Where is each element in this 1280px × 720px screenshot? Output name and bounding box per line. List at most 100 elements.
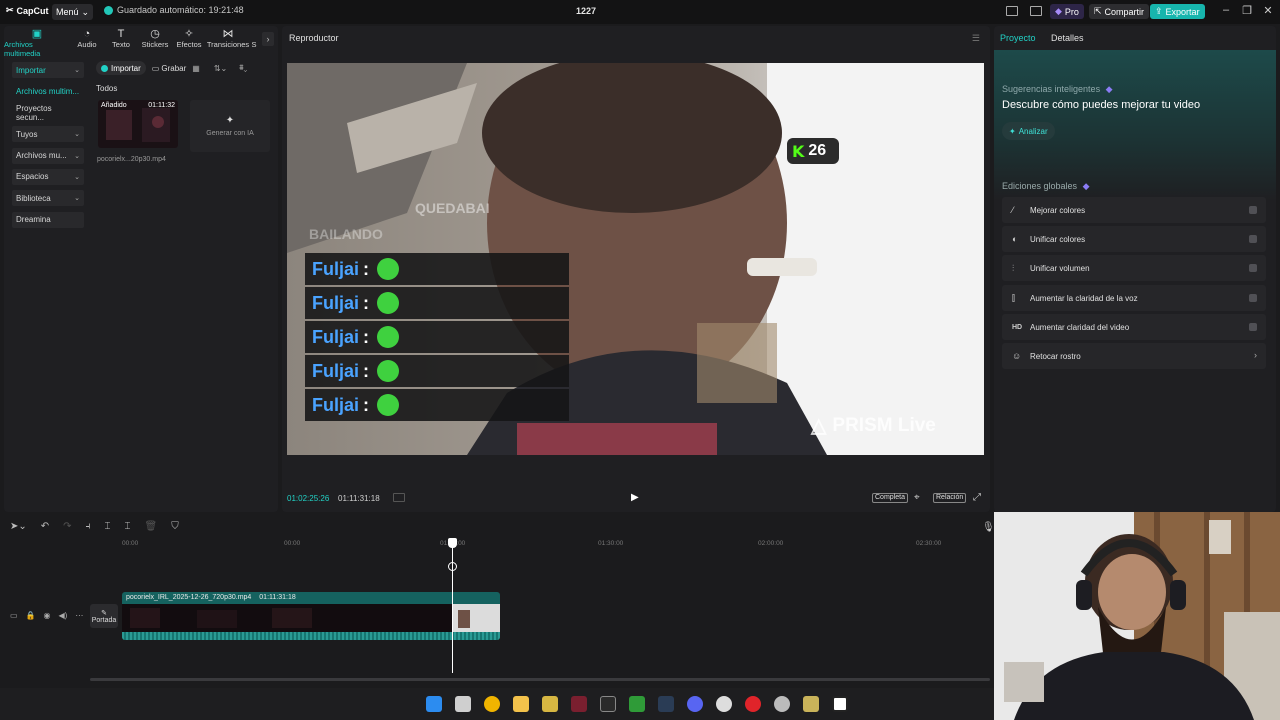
chevron-right-icon[interactable]: › (262, 32, 274, 46)
sort-icon[interactable]: ⇅⌄ (214, 64, 227, 73)
split-right-icon[interactable]: ⌶ (125, 521, 131, 532)
chrome-icon[interactable] (484, 696, 500, 712)
shield-icon[interactable]: ⛉ (171, 521, 179, 532)
tab-text[interactable]: T Texto (104, 26, 138, 52)
grid-view-icon[interactable]: ▦ (192, 64, 200, 73)
microphone-icon[interactable]: 🎙 (982, 522, 995, 533)
file-explorer-icon[interactable] (513, 696, 529, 712)
close-icon[interactable]: ✕ (1261, 4, 1275, 17)
ratio-button[interactable]: Relación (933, 493, 967, 503)
opera-icon[interactable] (745, 696, 761, 712)
prism-logo-icon: △ (811, 415, 827, 437)
xbox-icon[interactable] (629, 696, 645, 712)
filter-icon[interactable]: ⩩⌄ (239, 63, 247, 73)
tab-media[interactable]: ▣ Archivos multimedia (4, 26, 70, 58)
generate-ai-button[interactable]: ✦ Generar con IA (190, 100, 270, 152)
crop-icon[interactable]: ⌖ (914, 492, 920, 503)
title-bar: ✂ CapCut Menú ⌄ Guardado automático: 19:… (0, 0, 1280, 24)
side-item-secondary-projects[interactable]: Proyectos secun... (12, 104, 84, 122)
side-item-import[interactable]: Importar ⌄ (12, 62, 84, 78)
notepad-icon[interactable] (542, 696, 558, 712)
side-item-yours[interactable]: Tuyos ⌄ (12, 126, 84, 143)
export-button[interactable]: ⇪ Exportar (1150, 4, 1205, 19)
analyze-button[interactable]: ✦ Analizar (1002, 122, 1055, 140)
obs-icon[interactable] (716, 696, 732, 712)
cover-button[interactable]: ✎ Portada (90, 604, 118, 628)
video-clarity-item[interactable]: HD Aumentar claridad del video (1002, 314, 1266, 340)
record-button[interactable]: ▭ Grabar (152, 64, 186, 73)
more-icon[interactable]: ⋯ (75, 611, 83, 620)
import-button[interactable]: Importar (96, 61, 146, 75)
split-left-icon[interactable]: ⌶ (105, 521, 111, 532)
unify-colors-item[interactable]: ◐ Unificar colores (1002, 226, 1266, 252)
enhance-colors-item[interactable]: ⁄ Mejorar colores (1002, 197, 1266, 223)
split-icon[interactable]: ⫞ (86, 521, 91, 532)
redo-icon[interactable]: ↷ (63, 521, 71, 532)
steam-icon[interactable] (658, 696, 674, 712)
chevron-down-icon: ⌄ (74, 152, 80, 160)
toggle[interactable] (1249, 264, 1257, 272)
pro-button[interactable]: ◆ Pro (1050, 4, 1084, 19)
tab-effects[interactable]: ✧ Efectos (172, 26, 206, 52)
timeline-scrollbar[interactable] (90, 678, 990, 681)
side-item-spaces[interactable]: Espacios ⌄ (12, 168, 84, 185)
toggle[interactable] (1249, 206, 1257, 214)
media-toolbar: Importar ▭ Grabar ▦ ⇅⌄ ⩩⌄ (96, 61, 247, 75)
select-cursor-icon[interactable]: ➤⌄ (10, 521, 27, 532)
toggle[interactable] (1249, 323, 1257, 331)
lock-icon[interactable]: 🔒 (26, 611, 36, 620)
clip-frames (122, 604, 500, 632)
tab-audio[interactable]: ◔ Audio (70, 26, 104, 52)
audio-icon: ◔ (83, 28, 91, 40)
emote-icon (377, 326, 400, 348)
side-item-media-files[interactable]: Archivos multim... (12, 83, 84, 99)
delete-icon[interactable]: 🗑 (145, 521, 158, 532)
tab-details[interactable]: Detalles (1051, 33, 1084, 43)
task-view-icon[interactable] (455, 696, 471, 712)
voice-clarity-item[interactable]: ⫿ Aumentar la claridad de la voz (1002, 285, 1266, 311)
side-item-dreamina[interactable]: Dreamina (12, 211, 84, 228)
app-icon[interactable] (774, 696, 790, 712)
toggle[interactable] (1249, 294, 1257, 302)
discord-icon[interactable] (687, 696, 703, 712)
speaker-icon[interactable]: ◀) (59, 611, 68, 620)
player-panel: Reproductor ☰ K 26 QUEDABAI BAILANDO Ful… (282, 26, 990, 512)
video-preview[interactable]: K 26 QUEDABAI BAILANDO Fuljai : Fuljai :… (287, 63, 984, 455)
share-button[interactable]: ⇱ Compartir (1089, 4, 1150, 19)
app-icon[interactable] (571, 696, 587, 712)
unify-volume-item[interactable]: ⫶ Unificar volumen (1002, 255, 1266, 281)
retouch-face-item[interactable]: ☺ Retocar rostro › (1002, 343, 1266, 369)
play-icon[interactable]: ▶ (631, 492, 639, 503)
windows-start-icon[interactable] (426, 696, 442, 712)
track-thumbnail-icon[interactable]: ▭ (10, 611, 18, 620)
toggle[interactable] (1249, 235, 1257, 243)
app-icon[interactable] (803, 696, 819, 712)
timecode-icon[interactable] (393, 493, 405, 502)
hamburger-icon[interactable]: ☰ (972, 33, 980, 44)
playhead-handle[interactable] (448, 538, 457, 548)
fullscreen-icon[interactable]: ⤢ (973, 492, 981, 503)
restore-icon[interactable]: ❐ (1240, 4, 1254, 17)
tab-more[interactable]: S (250, 26, 258, 52)
menu-button[interactable]: Menú ⌄ (52, 4, 94, 20)
tab-project[interactable]: Proyecto (1000, 33, 1036, 43)
tab-transitions[interactable]: ⋈ Transiciones (206, 26, 250, 52)
side-item-media-archive[interactable]: Archivos mu... ⌄ (12, 147, 84, 164)
timeline-ruler[interactable]: 00:00 00:00 01:00:00 01:30:00 02:00:00 0… (122, 540, 992, 550)
side-item-library[interactable]: Biblioteca ⌄ (12, 190, 84, 207)
keyboard-icon[interactable] (1030, 6, 1042, 16)
capcut-taskbar-icon[interactable] (600, 696, 616, 712)
media-thumbnail[interactable]: Añadido 01:11:32 (98, 100, 178, 148)
eye-icon[interactable]: ◉ (44, 611, 51, 620)
layout-icon[interactable] (1006, 6, 1018, 16)
video-clip[interactable]: pocorielx_IRL_2025-12-26_720p30.mp4 01:1… (122, 592, 500, 640)
playhead-line[interactable] (452, 538, 453, 673)
full-quality-button[interactable]: Completa (872, 493, 908, 503)
capcut-active-icon[interactable] (832, 696, 848, 712)
emote-icon (377, 360, 400, 382)
playhead-marker[interactable] (448, 562, 457, 571)
undo-icon[interactable]: ↶ (41, 521, 49, 532)
ai-sparkle-icon: ◆ (1082, 181, 1090, 191)
minimize-icon[interactable]: – (1219, 4, 1233, 16)
tab-stickers[interactable]: ◷ Stickers (138, 26, 172, 52)
